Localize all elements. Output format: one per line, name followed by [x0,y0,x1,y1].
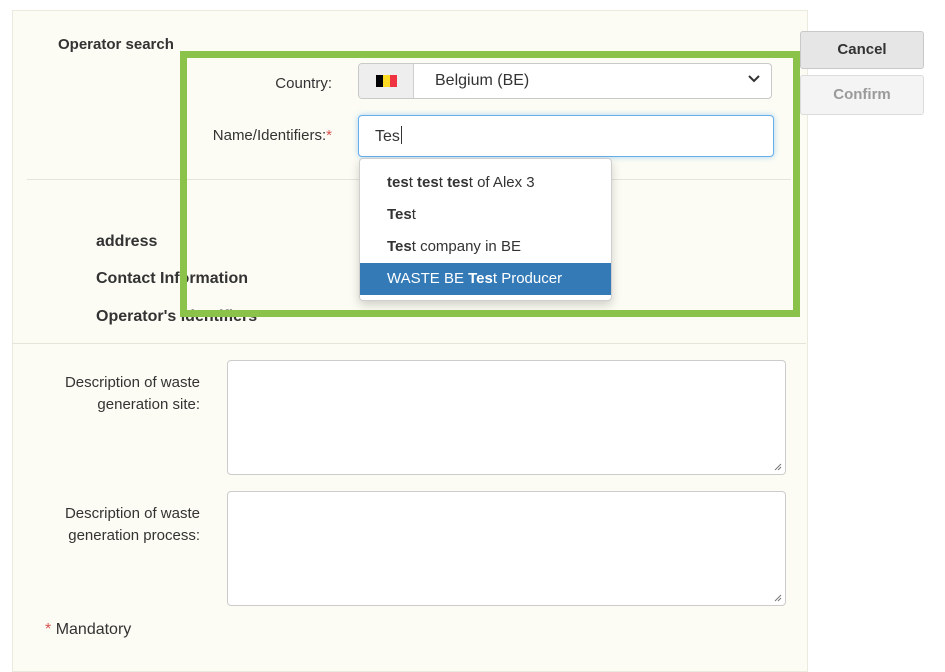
suggestion-item[interactable]: Test [360,199,611,231]
text-caret [400,126,402,144]
suggestion-text-segment: t [411,206,416,223]
chevron-down-icon [748,75,760,83]
site-label-line-1: Description of waste [64,374,200,391]
process-label-line-2: generation process: [68,527,200,544]
mandatory-note: * Mandatory [45,621,131,639]
section-address[interactable]: address [96,233,157,251]
suggestion-item[interactable]: WASTE BE Test Producer [360,263,611,295]
section-contact-information[interactable]: Contact Information [96,270,248,288]
section-operator-identifiers[interactable]: Operator's identifiers [96,308,257,326]
suggestion-text-segment: t [408,174,418,191]
divider [12,343,806,344]
suggestion-item[interactable]: Test company in BE [360,231,611,263]
name-identifiers-input[interactable]: Tes [358,115,774,157]
mandatory-marker: * [45,621,52,638]
suggestion-text-segment: Tes [468,270,493,287]
suggestion-text-segment: WASTE BE [387,270,469,287]
mandatory-text: Mandatory [55,621,132,638]
suggestion-text-segment: tes [387,174,409,191]
operator-search-title: Operator search [58,36,174,53]
suggestion-text-segment: t of Alex 3 [468,174,535,191]
country-label: Country: [275,75,332,92]
suggestion-text-segment: Tes [387,238,412,255]
suggestion-text-segment: Tes [387,206,412,223]
site-description-textarea[interactable] [227,360,786,475]
country-select-value: Belgium (BE) [435,72,530,89]
suggestion-text-segment: t Producer [492,270,563,287]
name-identifiers-label-text: Name/Identifiers: [212,127,327,144]
site-description-label: Description of waste generation site: [20,372,200,416]
process-description-label: Description of waste generation process: [20,503,200,547]
input-text: Tes [375,128,400,145]
process-label-line-1: Description of waste [64,505,200,522]
resize-grip-icon[interactable] [774,594,782,602]
suggestion-text-segment: t company in BE [411,238,521,255]
confirm-button[interactable]: Confirm [800,75,924,115]
country-flag-cell [359,64,414,98]
suggestion-text-segment: tes [417,174,439,191]
suggestion-text-segment: tes [447,174,469,191]
resize-grip-icon[interactable] [774,463,782,471]
process-description-textarea[interactable] [227,491,786,606]
autocomplete-dropdown: test test test of Alex 3 Test Test compa… [359,158,612,301]
name-identifiers-input-value: Tes [375,126,402,146]
name-identifiers-label: Name/Identifiers:* [180,127,332,144]
site-label-line-2: generation site: [97,396,200,413]
suggestion-item[interactable]: test test test of Alex 3 [360,167,611,199]
suggestion-text-segment: t [438,174,448,191]
required-marker: * [326,127,332,144]
belgium-flag-icon [376,75,397,87]
country-select[interactable]: Belgium (BE) [358,63,772,99]
cancel-button[interactable]: Cancel [800,31,924,69]
